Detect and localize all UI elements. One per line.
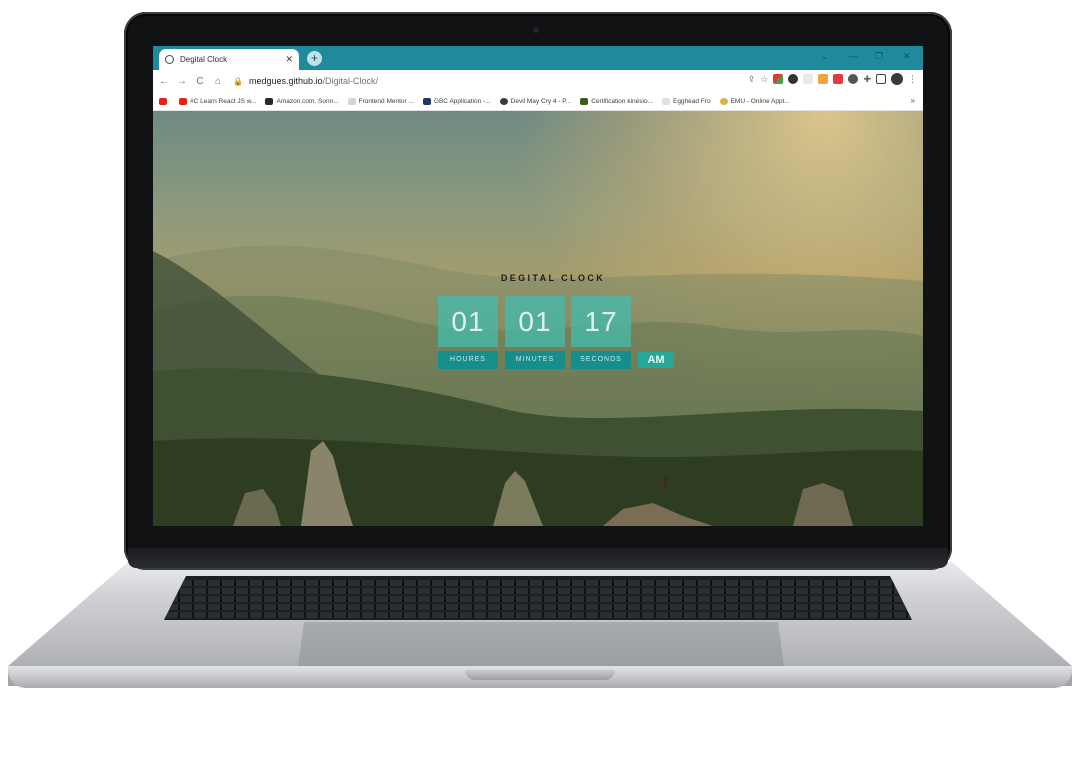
bookmark-label: Devil May Cry 4 - P... xyxy=(511,98,572,105)
amazon-icon xyxy=(265,98,273,105)
minimize-icon[interactable]: — xyxy=(849,51,858,61)
bookmark-youtube[interactable] xyxy=(159,98,170,105)
bookmark-label: Frontend Mentor ... xyxy=(359,98,414,105)
seconds-display: 17 xyxy=(571,296,631,347)
laptop-screen: Degital Clock ✕ + ⌄ — ❐ ✕ ← → C ⌂ 🔒 medg… xyxy=(153,46,923,526)
bookmark-egghead[interactable]: Egghead Fro xyxy=(662,98,711,105)
seconds-label: SECONDS xyxy=(571,351,631,369)
extension-circle-icon[interactable] xyxy=(848,74,858,84)
forward-icon[interactable]: → xyxy=(175,76,189,87)
bookmark-learn-react[interactable]: #C Learn React JS w... xyxy=(179,98,256,105)
address-bar[interactable]: 🔒 medgues.github.io/Digital-Clock/ xyxy=(233,73,753,89)
clock-title: DEGITAL CLOCK xyxy=(438,273,668,283)
page-viewport: DEGITAL CLOCK 01 01 17 HOURES MINUTES SE… xyxy=(153,111,923,526)
bookmark-gbc[interactable]: GBC Application -... xyxy=(423,98,491,105)
sidebar-icon[interactable] xyxy=(876,74,886,84)
extension-red-icon[interactable] xyxy=(833,74,843,84)
extension-colorful-icon[interactable] xyxy=(773,74,783,84)
url-host: medgues.github.io xyxy=(249,76,323,86)
new-tab-button[interactable]: + xyxy=(307,51,322,66)
hours-label: HOURES xyxy=(438,351,498,369)
url-text: medgues.github.io/Digital-Clock/ xyxy=(249,76,378,86)
webcam-icon xyxy=(533,27,539,33)
keyboard-row xyxy=(164,588,912,594)
browser-toolbar: ← → C ⌂ 🔒 medgues.github.io/Digital-Cloc… xyxy=(153,70,923,92)
laptop-hinge xyxy=(128,548,948,568)
menu-icon[interactable]: ⋮ xyxy=(908,74,917,85)
extension-grey-icon[interactable] xyxy=(803,74,813,84)
maximize-icon[interactable]: ❐ xyxy=(875,51,883,62)
more-bookmarks-icon[interactable]: » xyxy=(911,96,915,105)
close-tab-icon[interactable]: ✕ xyxy=(285,54,293,65)
laptop-keyboard xyxy=(164,576,912,620)
minutes-label: MINUTES xyxy=(505,351,565,369)
frontend-mentor-icon xyxy=(348,98,356,105)
extension-dark-icon[interactable] xyxy=(788,74,798,84)
keyboard-row xyxy=(164,596,912,602)
bookmark-frontend-mentor[interactable]: Frontend Mentor ... xyxy=(348,98,414,105)
bookmark-label: EMU - Online Appl... xyxy=(731,98,790,105)
back-icon[interactable]: ← xyxy=(157,76,171,87)
youtube-icon xyxy=(159,98,167,105)
minutes-display: 01 xyxy=(505,296,565,347)
laptop-mockup: Degital Clock ✕ + ⌄ — ❐ ✕ ← → C ⌂ 🔒 medg… xyxy=(0,0,1080,768)
tab-search-icon[interactable]: ⌄ xyxy=(821,51,829,62)
tab-degital-clock[interactable]: Degital Clock ✕ xyxy=(159,49,299,70)
bookmark-label: GBC Application -... xyxy=(434,98,491,105)
document-icon xyxy=(662,98,670,105)
bookmark-label: Amazon.com. Sonn... xyxy=(276,98,338,105)
extension-orange-icon[interactable] xyxy=(818,74,828,84)
bookmark-label: Certification kinésio... xyxy=(591,98,653,105)
keyboard-row xyxy=(164,604,912,610)
profile-avatar[interactable] xyxy=(891,73,903,85)
udemy-icon xyxy=(580,98,588,105)
globe-icon xyxy=(500,98,508,105)
bookmarks-bar: #C Learn React JS w... Amazon.com. Sonn.… xyxy=(153,92,923,111)
share-icon[interactable]: ⇪ xyxy=(748,74,756,85)
home-icon[interactable]: ⌂ xyxy=(211,76,225,87)
bookmark-amazon[interactable]: Amazon.com. Sonn... xyxy=(265,98,338,105)
toolbar-actions: ⇪ ☆ ✚ ⋮ xyxy=(748,73,917,85)
browser-tab-strip: Degital Clock ✕ + ⌄ — ❐ ✕ xyxy=(153,46,923,70)
puzzle-icon[interactable]: ✚ xyxy=(863,74,871,85)
url-path: /Digital-Clock/ xyxy=(323,76,379,86)
reload-icon[interactable]: C xyxy=(193,76,207,87)
bookmark-certification[interactable]: Certification kinésio... xyxy=(580,98,653,105)
bookmark-label: Egghead Fro xyxy=(673,98,711,105)
digital-clock: DEGITAL CLOCK 01 01 17 HOURES MINUTES SE… xyxy=(153,111,923,526)
bookmark-label: #C Learn React JS w... xyxy=(190,98,256,105)
keyboard-row xyxy=(164,580,912,586)
emu-icon xyxy=(720,98,728,105)
close-window-icon[interactable]: ✕ xyxy=(903,51,911,62)
period-badge: AM xyxy=(638,352,674,368)
laptop-trackpad xyxy=(298,622,784,666)
laptop-lip-notch xyxy=(465,670,615,680)
lock-icon[interactable]: 🔒 xyxy=(233,77,243,86)
tab-title: Degital Clock xyxy=(180,55,285,64)
hours-display: 01 xyxy=(438,296,498,347)
bookmark-devil-may-cry[interactable]: Devil May Cry 4 - P... xyxy=(500,98,572,105)
youtube-icon xyxy=(179,98,187,105)
gbc-icon xyxy=(423,98,431,105)
globe-icon xyxy=(165,55,174,64)
star-icon[interactable]: ☆ xyxy=(760,74,768,85)
bookmark-emu[interactable]: EMU - Online Appl... xyxy=(720,98,790,105)
keyboard-row xyxy=(164,612,912,618)
